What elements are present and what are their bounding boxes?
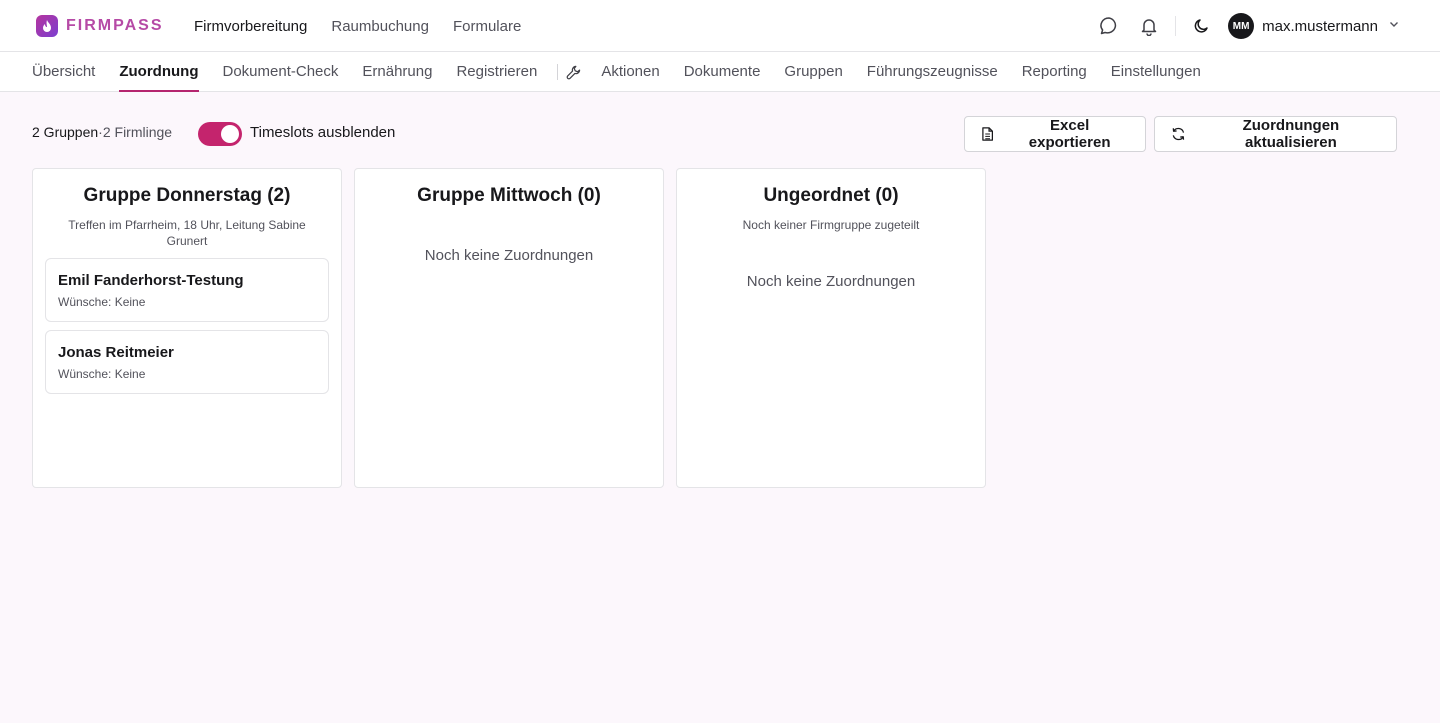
- group-description: Noch keiner Firmgruppe zugeteilt: [742, 218, 920, 232]
- member-card[interactable]: Emil Fanderhorst-Testung Wünsche: Keine: [45, 258, 329, 322]
- tab-dokumente[interactable]: Dokumente: [684, 52, 761, 92]
- sub-nav: Übersicht Zuordnung Dokument-Check Ernäh…: [0, 52, 1440, 92]
- timeslots-toggle[interactable]: [198, 122, 242, 146]
- tab-ernaehrung[interactable]: Ernährung: [362, 52, 432, 92]
- moon-icon[interactable]: [1190, 14, 1214, 38]
- tab-aktionen[interactable]: Aktionen: [601, 52, 659, 92]
- group-title: Gruppe Donnerstag (2): [83, 185, 291, 206]
- flame-icon: [36, 15, 58, 37]
- refresh-assignments-button[interactable]: Zuordnungen aktualisieren: [1154, 116, 1397, 152]
- header-divider: [1175, 16, 1177, 36]
- excel-export-label: Excel exportieren: [1028, 117, 1111, 151]
- tab-fuehrungszeugnisse[interactable]: Führungszeugnisse: [867, 52, 998, 92]
- tab-reporting[interactable]: Reporting: [1022, 52, 1087, 92]
- assignment-summary: 2 Gruppen·2 Firmlinge: [32, 124, 172, 140]
- empty-state-text: Noch keine Zuordnungen: [424, 247, 594, 264]
- tab-zuordnung[interactable]: Zuordnung: [119, 52, 199, 92]
- group-column-mittwoch[interactable]: Gruppe Mittwoch (0) Noch keine Zuordnung…: [354, 168, 664, 488]
- bell-icon[interactable]: [1137, 14, 1161, 38]
- main-nav: Firmvorbereitung Raumbuchung Formulare: [194, 0, 545, 52]
- subnav-divider: [557, 64, 559, 80]
- groups-count: 2 Gruppen: [32, 124, 99, 140]
- tab-einstellungen[interactable]: Einstellungen: [1111, 52, 1201, 92]
- group-title: Gruppe Mittwoch (0): [417, 185, 601, 206]
- tab-gruppen[interactable]: Gruppen: [784, 52, 842, 92]
- chevron-down-icon[interactable]: [1388, 17, 1400, 35]
- group-column-donnerstag[interactable]: Gruppe Donnerstag (2) Treffen im Pfarrhe…: [32, 168, 342, 488]
- main-nav-raumbuchung[interactable]: Raumbuchung: [331, 18, 429, 35]
- member-wishes: Wünsche: Keine: [58, 295, 146, 309]
- member-card[interactable]: Jonas Reitmeier Wünsche: Keine: [45, 330, 329, 394]
- logo[interactable]: FIRMPASS: [36, 15, 163, 37]
- chat-icon[interactable]: [1097, 14, 1121, 38]
- toggle-knob: [221, 125, 239, 143]
- member-name: Emil Fanderhorst-Testung: [58, 272, 244, 289]
- tab-dokument-check[interactable]: Dokument-Check: [223, 52, 339, 92]
- member-wishes: Wünsche: Keine: [58, 367, 146, 381]
- wrench-icon: [566, 65, 581, 80]
- group-description: Treffen im Pfarrheim, 18 Uhr, Leitung Sa…: [68, 218, 306, 248]
- username[interactable]: max.mustermann: [1262, 18, 1378, 35]
- header-actions: MM max.mustermann: [1097, 0, 1400, 52]
- group-column-ungeordnet[interactable]: Ungeordnet (0) Noch keiner Firmgruppe zu…: [676, 168, 986, 488]
- timeslots-toggle-label[interactable]: Timeslots ausblenden: [250, 124, 395, 141]
- file-spreadsheet-icon: [982, 127, 994, 141]
- empty-state-text: Noch keine Zuordnungen: [746, 273, 916, 290]
- confirmands-count: 2 Firmlinge: [102, 124, 173, 140]
- group-title: Ungeordnet (0): [763, 185, 899, 206]
- member-name: Jonas Reitmeier: [58, 344, 174, 361]
- excel-export-button[interactable]: Excel exportieren: [964, 116, 1146, 152]
- main-nav-formulare[interactable]: Formulare: [453, 18, 521, 35]
- avatar[interactable]: MM: [1228, 13, 1255, 39]
- refresh-icon: [1172, 127, 1185, 141]
- refresh-assignments-label: Zuordnungen aktualisieren: [1242, 117, 1340, 151]
- main-nav-firmvorbereitung[interactable]: Firmvorbereitung: [194, 18, 307, 35]
- logo-text: FIRMPASS: [66, 17, 164, 34]
- tab-uebersicht[interactable]: Übersicht: [32, 52, 95, 92]
- tab-registrieren[interactable]: Registrieren: [456, 52, 537, 92]
- top-bar: FIRMPASS Firmvorbereitung Raumbuchung Fo…: [0, 0, 1440, 52]
